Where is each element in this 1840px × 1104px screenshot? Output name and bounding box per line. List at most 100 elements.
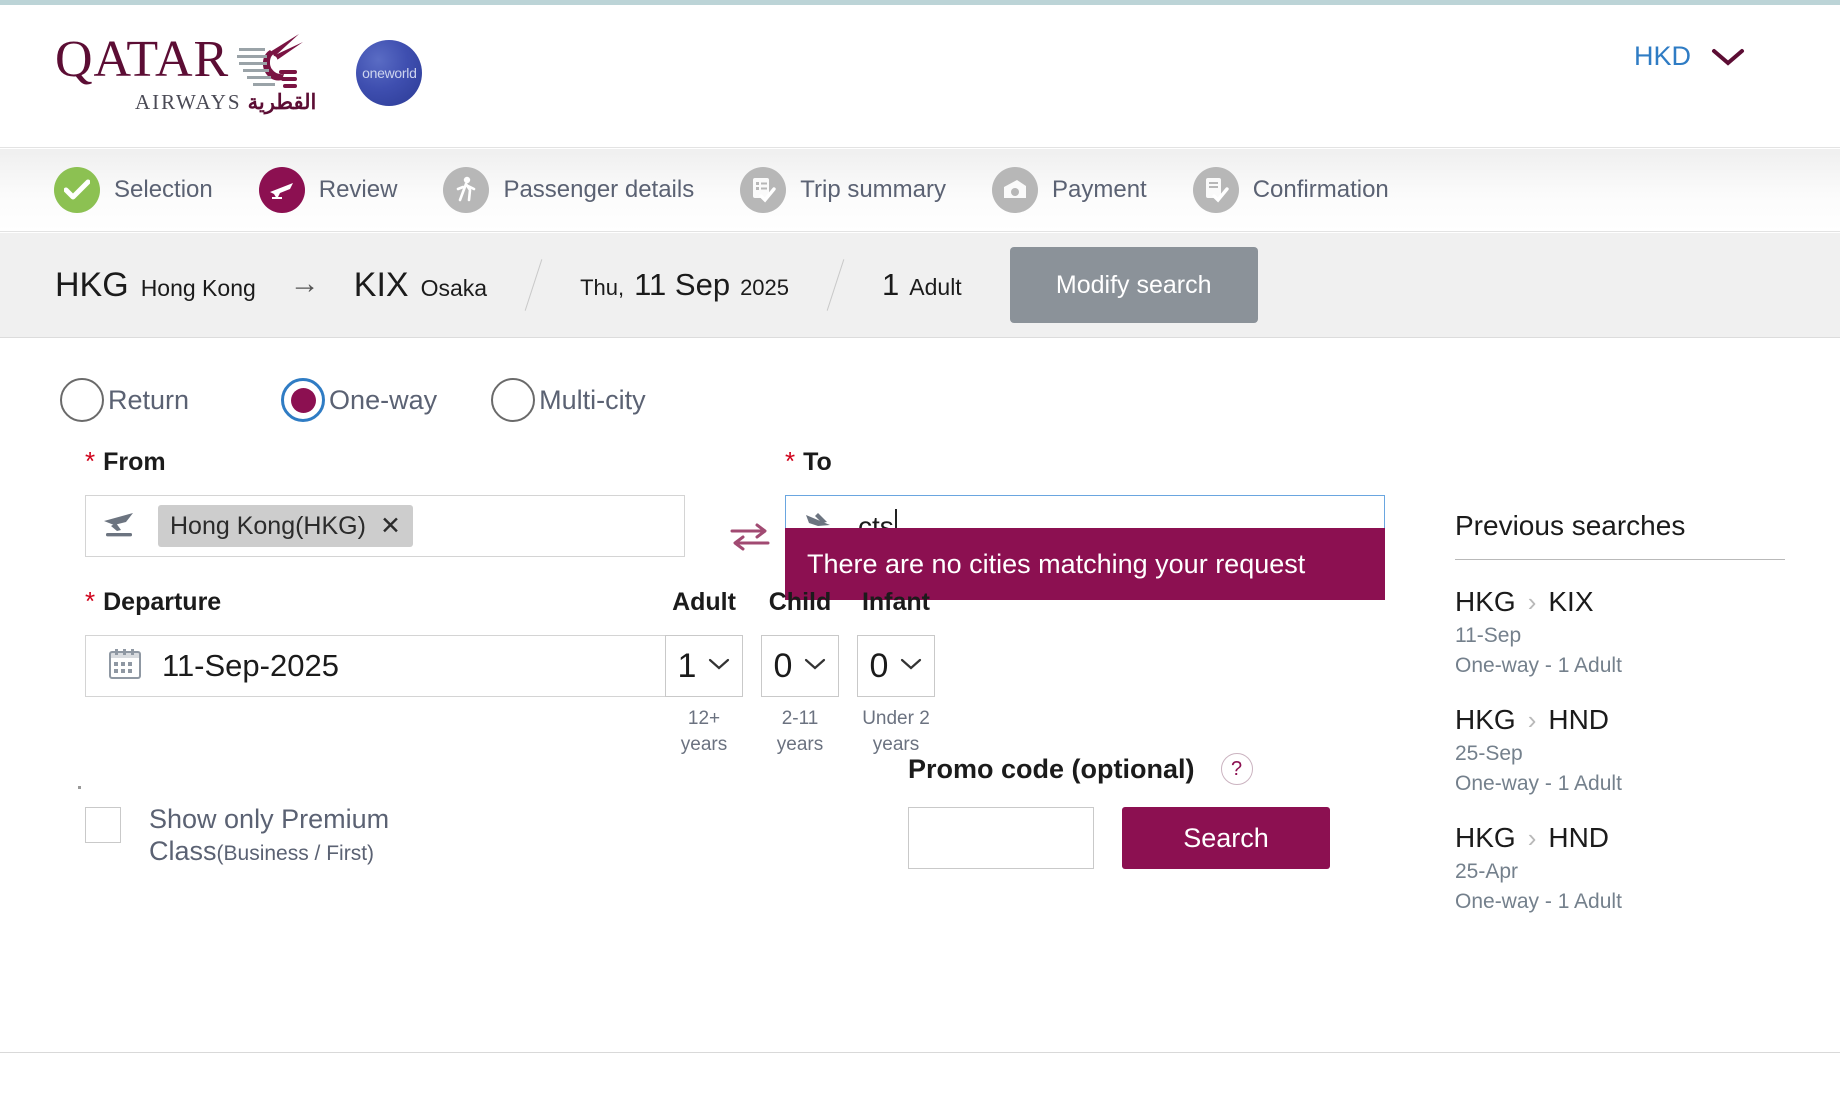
close-icon[interactable]: ✕ bbox=[380, 511, 401, 541]
departure-plane-icon bbox=[100, 509, 144, 544]
oneworld-label: oneworld bbox=[362, 64, 417, 81]
brand-logos[interactable]: QATAR AIRWAYS القطرية oneworld bbox=[55, 30, 423, 115]
chevron-down-icon bbox=[900, 657, 922, 676]
summary-origin-city: Hong Kong bbox=[140, 274, 256, 301]
from-field-block: * From Hong Kong(HKG) ✕ bbox=[85, 448, 685, 557]
step-payment-label: Payment bbox=[1052, 176, 1147, 203]
currency-code: HKD bbox=[1633, 41, 1691, 71]
calendar-icon[interactable] bbox=[106, 645, 144, 688]
premium-class-checkbox-row[interactable]: Show only Premium Class(Business / First… bbox=[85, 803, 479, 868]
previous-search-route: HKG › HND bbox=[1455, 704, 1840, 736]
departure-date-input[interactable]: 11-Sep-2025 bbox=[85, 635, 685, 697]
page-bottom-divider bbox=[0, 1052, 1840, 1053]
passenger-infant-select[interactable]: 0 bbox=[857, 635, 935, 697]
currency-selector[interactable]: HKD bbox=[1634, 41, 1745, 72]
step-review-label: Review bbox=[318, 176, 398, 203]
qatar-airways-booking-page: QATAR AIRWAYS القطرية oneworld HKD Selec… bbox=[0, 0, 1840, 1104]
search-summary-bar: HKG Hong Kong → KIX Osaka Thu, 11 Sep 20… bbox=[0, 233, 1840, 338]
previous-searches-panel: Previous searches HKG › KIX 11-Sep One-w… bbox=[1455, 510, 1840, 914]
brand-wordmark: QATAR bbox=[55, 31, 230, 88]
previous-search-origin: HKG bbox=[1455, 822, 1516, 853]
chevron-right-icon: › bbox=[1527, 586, 1537, 617]
previous-search-item[interactable]: HKG › HND 25-Apr One-way - 1 Adult bbox=[1455, 822, 1840, 914]
from-label-row: * From bbox=[85, 448, 685, 477]
step-selection[interactable]: Selection bbox=[54, 167, 213, 213]
previous-search-item[interactable]: HKG › KIX 11-Sep One-way - 1 Adult bbox=[1455, 586, 1840, 678]
trip-type-multi-city[interactable]: Multi-city bbox=[491, 378, 646, 422]
from-required-asterisk: * bbox=[85, 446, 96, 476]
previous-search-dest: HND bbox=[1548, 822, 1610, 853]
from-input[interactable]: Hong Kong(HKG) ✕ bbox=[85, 495, 685, 557]
promo-code-input[interactable] bbox=[908, 807, 1094, 869]
passenger-adult-age: 12+ years bbox=[680, 708, 728, 755]
previous-search-origin: HKG bbox=[1455, 704, 1516, 735]
passenger-adult: Adult 1 12+ years bbox=[665, 588, 743, 757]
from-chip-text: Hong Kong(HKG) bbox=[170, 511, 366, 540]
step-confirmation-label: Confirmation bbox=[1252, 176, 1389, 203]
site-header: QATAR AIRWAYS القطرية oneworld HKD bbox=[0, 5, 1840, 148]
previous-search-item[interactable]: HKG › HND 25-Sep One-way - 1 Adult bbox=[1455, 704, 1840, 796]
previous-search-dest: HND bbox=[1548, 704, 1610, 735]
radio-return[interactable] bbox=[60, 378, 104, 422]
previous-search-route: HKG › KIX bbox=[1455, 586, 1840, 618]
radio-one-way[interactable] bbox=[281, 378, 326, 422]
summary-pax-count: 1 bbox=[882, 267, 900, 302]
premium-class-label: Show only Premium Class(Business / First… bbox=[149, 803, 479, 868]
summary-route: HKG Hong Kong → KIX Osaka bbox=[55, 266, 487, 305]
previous-search-detail: One-way - 1 Adult bbox=[1455, 654, 1622, 677]
premium-class-checkbox[interactable] bbox=[85, 807, 121, 843]
departure-field-block: * Departure 11-Sep-2025 bbox=[85, 588, 685, 697]
plane-icon bbox=[258, 167, 305, 213]
summary-origin-code: HKG bbox=[55, 265, 129, 304]
step-review[interactable]: Review bbox=[258, 167, 398, 213]
promo-code-label: Promo code (optional) bbox=[908, 753, 1195, 784]
summary-date: Thu, 11 Sep 2025 bbox=[580, 267, 789, 303]
oneworld-logo[interactable]: oneworld bbox=[356, 39, 423, 106]
chevron-down-icon bbox=[1711, 47, 1745, 67]
step-trip-summary[interactable]: Trip summary bbox=[740, 167, 946, 213]
previous-searches-title: Previous searches bbox=[1455, 510, 1686, 541]
oryx-icon bbox=[237, 30, 307, 92]
chevron-down-icon bbox=[804, 657, 826, 676]
passenger-infant-title: Infant bbox=[861, 588, 931, 616]
passenger-child-title: Child bbox=[768, 588, 832, 616]
modify-search-button[interactable]: Modify search bbox=[1009, 247, 1258, 323]
chevron-right-icon: › bbox=[1527, 822, 1537, 853]
premium-marker-dot bbox=[78, 786, 81, 789]
previous-search-date: 25-Apr bbox=[1455, 860, 1519, 883]
summary-divider-1 bbox=[524, 259, 543, 311]
summary-year: 2025 bbox=[740, 275, 790, 300]
departure-date-value: 11-Sep-2025 bbox=[162, 648, 339, 683]
step-passenger-details[interactable]: Passenger details bbox=[443, 167, 694, 213]
summary-passengers: 1 Adult bbox=[882, 267, 962, 303]
step-passenger-details-label: Passenger details bbox=[503, 176, 695, 203]
trip-type-one-way[interactable]: One-way bbox=[281, 378, 437, 422]
chevron-down-icon bbox=[708, 657, 730, 676]
chevron-right-icon: › bbox=[1527, 704, 1537, 735]
step-payment[interactable]: Payment bbox=[992, 167, 1147, 213]
premium-class-label-sub: (Business / First) bbox=[216, 842, 375, 866]
arrow-right-icon: → bbox=[289, 266, 320, 300]
qatar-airways-logo[interactable]: QATAR AIRWAYS القطرية bbox=[55, 30, 316, 115]
step-confirmation[interactable]: Confirmation bbox=[1192, 167, 1389, 213]
passenger-adult-select[interactable]: 1 bbox=[665, 635, 743, 697]
to-label-row: * To bbox=[785, 448, 1385, 477]
passenger-child-value: 0 bbox=[773, 646, 793, 685]
trip-type-return[interactable]: Return bbox=[60, 378, 189, 422]
from-label: From bbox=[103, 448, 166, 476]
previous-search-dest: KIX bbox=[1548, 586, 1594, 617]
trip-type-group: Return One-way Multi-city bbox=[60, 378, 646, 422]
passenger-child-age: 2-11 years bbox=[776, 708, 824, 755]
trip-type-multi-city-label: Multi-city bbox=[539, 384, 646, 415]
from-selected-chip[interactable]: Hong Kong(HKG) ✕ bbox=[158, 505, 413, 547]
swap-arrows-icon[interactable] bbox=[728, 520, 772, 559]
question-mark-icon[interactable]: ? bbox=[1220, 753, 1253, 785]
passenger-child-select[interactable]: 0 bbox=[761, 635, 839, 697]
promo-code-header: Promo code (optional) ? bbox=[908, 753, 1330, 785]
summary-divider-2 bbox=[826, 259, 845, 311]
previous-search-date: 25-Sep bbox=[1455, 742, 1523, 765]
search-button[interactable]: Search bbox=[1122, 807, 1330, 869]
passenger-adult-value: 1 bbox=[677, 646, 697, 685]
trip-type-one-way-label: One-way bbox=[329, 384, 438, 415]
radio-multi-city[interactable] bbox=[491, 378, 536, 422]
